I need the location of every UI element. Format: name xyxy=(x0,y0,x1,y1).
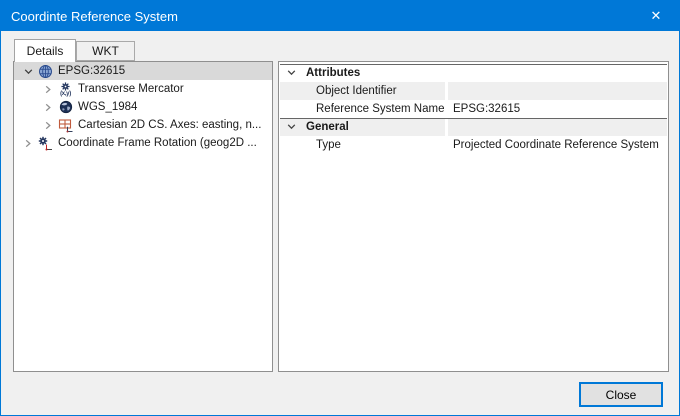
property-value: Projected Coordinate Reference System xyxy=(453,136,665,154)
property-name: Reference System Name xyxy=(316,100,444,118)
tree-item-coordinate-frame-rotation[interactable]: Coordinate Frame Rotation (geog2D ... xyxy=(14,134,272,152)
chevron-collapsed-icon[interactable] xyxy=(40,103,56,112)
tree-item-wgs-1984[interactable]: WGS_1984 xyxy=(14,98,272,116)
property-name: Object Identifier xyxy=(316,82,444,100)
globe-dark-icon xyxy=(56,100,75,114)
chevron-down-icon[interactable] xyxy=(287,68,296,80)
close-button[interactable]: Close xyxy=(579,382,663,407)
tab-details[interactable]: Details xyxy=(14,39,76,62)
section-label: Attributes xyxy=(306,65,360,82)
tree-item-label: Transverse Mercator xyxy=(78,83,184,95)
tree-item-label: WGS_1984 xyxy=(78,101,137,113)
chevron-collapsed-icon[interactable] xyxy=(40,85,56,94)
chevron-down-icon[interactable] xyxy=(287,122,296,134)
property-row-reference-system-name[interactable]: Reference System Name EPSG:32615 xyxy=(280,100,667,118)
section-label: General xyxy=(306,119,349,136)
property-name: Type xyxy=(316,136,444,154)
tree-item-label: Coordinate Frame Rotation (geog2D ... xyxy=(58,137,257,149)
projection-gear-xy-icon: (x,y) xyxy=(56,82,75,97)
section-attributes[interactable]: Attributes xyxy=(280,64,667,82)
window-title: Coordinte Reference System xyxy=(1,9,633,24)
property-row-object-identifier[interactable]: Object Identifier xyxy=(280,82,667,100)
tree-item-cartesian-2d-cs[interactable]: Cartesian 2D CS. Axes: easting, n... xyxy=(14,116,272,134)
chevron-collapsed-icon[interactable] xyxy=(20,139,36,148)
tree-item-label: Cartesian 2D CS. Axes: easting, n... xyxy=(78,119,261,131)
close-icon: ✕ xyxy=(651,8,662,24)
tree-item-transverse-mercator[interactable]: (x,y) Transverse Mercator xyxy=(14,80,272,98)
section-general[interactable]: General xyxy=(280,118,667,136)
property-row-type[interactable]: Type Projected Coordinate Reference Syst… xyxy=(280,136,667,154)
xy-caption: (x,y) xyxy=(60,91,71,97)
tree-item-epsg-32615[interactable]: EPSG:32615 xyxy=(14,62,272,80)
title-bar[interactable]: Coordinte Reference System ✕ xyxy=(1,1,679,31)
crs-dialog: Coordinte Reference System ✕ Details WKT… xyxy=(0,0,680,416)
globe-blue-icon xyxy=(36,64,55,79)
properties-panel: Attributes Object Identifier Reference S… xyxy=(278,61,669,372)
chevron-expanded-icon[interactable] xyxy=(20,67,36,76)
tab-wkt[interactable]: WKT xyxy=(76,41,135,61)
crs-tree-panel: EPSG:32615 xyxy=(13,61,273,372)
window-close-button[interactable]: ✕ xyxy=(633,1,679,31)
tree-item-label: EPSG:32615 xyxy=(58,65,125,77)
cartesian-grid-axes-icon xyxy=(56,118,75,133)
property-value: EPSG:32615 xyxy=(453,100,665,118)
chevron-collapsed-icon[interactable] xyxy=(40,121,56,130)
operation-gear-axes-icon xyxy=(36,136,55,151)
